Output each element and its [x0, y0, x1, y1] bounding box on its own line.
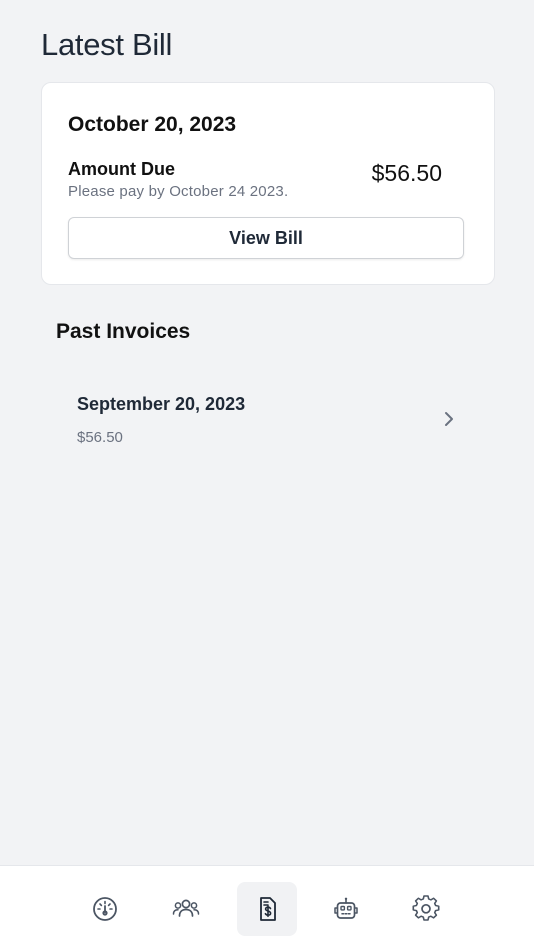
- past-invoices-title: Past Invoices: [56, 320, 191, 343]
- users-icon: [172, 899, 200, 917]
- invoice-list-item[interactable]: September 20, 2023 $56.50: [56, 378, 478, 460]
- due-date-note: Please pay by October 24 2023.: [68, 183, 289, 200]
- nav-item-dashboard[interactable]: [75, 882, 135, 936]
- bottom-nav: [0, 865, 534, 950]
- invoice-date: September 20, 2023: [77, 394, 246, 414]
- nav-item-users[interactable]: [156, 882, 216, 936]
- robot-icon: [334, 897, 358, 919]
- chevron-right-icon: [445, 412, 453, 426]
- page-title: Latest Bill: [41, 27, 173, 62]
- nav-item-settings[interactable]: [396, 882, 456, 936]
- nav-item-assistant[interactable]: [316, 882, 376, 936]
- bill-date: October 20, 2023: [68, 113, 237, 136]
- dashboard-gauge-icon: [93, 897, 117, 921]
- nav-item-billing[interactable]: [237, 882, 297, 936]
- invoice-dollar-icon: [260, 897, 276, 921]
- billing-page: Latest Bill October 20, 2023 Amount Due …: [0, 0, 534, 950]
- invoice-amount: $56.50: [77, 429, 123, 446]
- amount-due-label: Amount Due: [68, 159, 175, 179]
- latest-bill-card: October 20, 2023 Amount Due Please pay b…: [41, 82, 495, 285]
- view-bill-button[interactable]: View Bill: [68, 217, 464, 259]
- gear-icon: [412, 895, 440, 921]
- amount-due-value: $56.50: [371, 160, 442, 186]
